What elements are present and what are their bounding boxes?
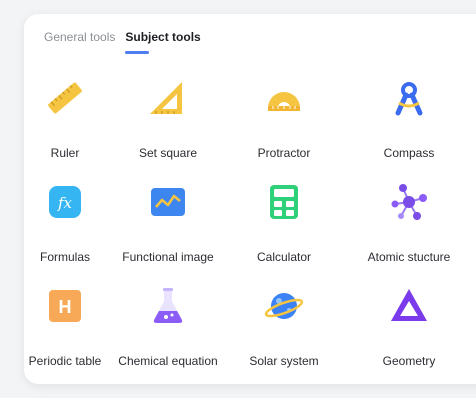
tool-label: Ruler [50, 146, 80, 160]
tools-grid: Ruler Set square Protractor Compass fx F… [24, 76, 476, 388]
tool-ruler[interactable]: Ruler [24, 76, 106, 180]
formula-symbol: fx [57, 194, 73, 212]
compass-icon [387, 76, 431, 120]
tab-label: Subject tools [125, 30, 201, 44]
solar-system-icon [262, 284, 306, 328]
chemical-equation-icon [146, 284, 190, 328]
tool-chemical-equation[interactable]: Chemical equation [106, 284, 230, 388]
tool-label: Formulas [39, 250, 90, 264]
formulas-icon: fx [43, 180, 87, 224]
tool-protractor[interactable]: Protractor [230, 76, 338, 180]
element-symbol: H [59, 297, 72, 317]
tool-set-square[interactable]: Set square [106, 76, 230, 180]
tool-atomic-structure[interactable]: Atomic stucture [338, 180, 476, 284]
ruler-icon [43, 76, 87, 120]
geometry-icon [387, 284, 431, 328]
set-square-icon [146, 76, 190, 120]
tab-label: General tools [44, 30, 116, 44]
tool-periodic-table[interactable]: H Periodic table [24, 284, 106, 388]
tool-label: Solar system [249, 354, 319, 368]
atomic-structure-icon [387, 180, 431, 224]
tool-label: Protractor [257, 146, 311, 160]
tool-calculator[interactable]: Calculator [230, 180, 338, 284]
tool-label: Functional image [122, 250, 214, 264]
tab-general-tools[interactable]: General tools [44, 30, 115, 54]
periodic-table-icon: H [43, 284, 87, 328]
tool-label: Periodic table [28, 354, 102, 368]
tool-formulas[interactable]: fx Formulas [24, 180, 106, 284]
subject-tools-panel: General tools Subject tools Ruler Set sq… [24, 14, 476, 384]
tool-solar-system[interactable]: Solar system [230, 284, 338, 388]
tool-label: Geometry [382, 354, 436, 368]
tool-label: Compass [383, 146, 435, 160]
tool-compass[interactable]: Compass [338, 76, 476, 180]
tool-geometry[interactable]: Geometry [338, 284, 476, 388]
protractor-icon [262, 76, 306, 120]
tab-subject-tools[interactable]: Subject tools [125, 30, 201, 54]
tool-label: Calculator [256, 250, 312, 264]
functional-image-icon [146, 180, 190, 224]
calculator-icon [262, 180, 306, 224]
active-tab-indicator [125, 51, 150, 54]
tool-tabs: General tools Subject tools [44, 30, 201, 54]
tool-label: Set square [138, 146, 198, 160]
tool-label: Chemical equation [118, 354, 218, 368]
tool-label: Atomic stucture [367, 250, 451, 264]
tool-functional-image[interactable]: Functional image [106, 180, 230, 284]
